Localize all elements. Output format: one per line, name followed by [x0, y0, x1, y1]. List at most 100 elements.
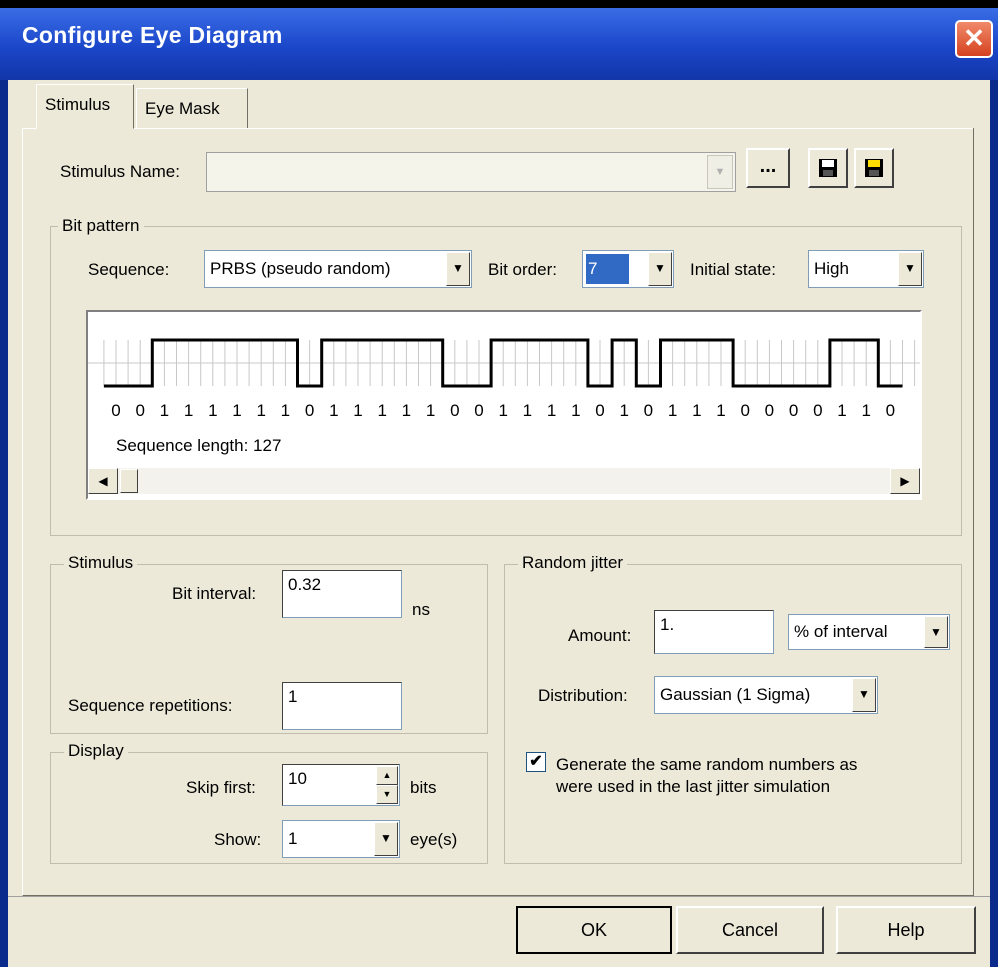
horizontal-scrollbar[interactable]: ◀ ▶ — [88, 468, 920, 494]
chevron-down-icon[interactable]: ▼ — [898, 252, 922, 286]
bit-value-label: 1 — [160, 401, 169, 420]
sequence-repetitions-value: 1 — [288, 687, 298, 706]
bit-value-label: 1 — [402, 401, 411, 420]
bit-value-label: 0 — [765, 401, 774, 420]
bit-interval-input[interactable]: 0.32 — [282, 570, 402, 618]
sequence-value: PRBS (pseudo random) — [210, 259, 391, 278]
bit-value-label: 0 — [111, 401, 120, 420]
scroll-right-button[interactable]: ▶ — [890, 468, 920, 494]
show-eyes-select[interactable]: 1 ▼ — [282, 820, 400, 858]
bit-value-label: 1 — [208, 401, 217, 420]
bit-value-label: 0 — [789, 401, 798, 420]
window-title: Configure Eye Diagram — [22, 22, 283, 48]
initial-state-value: High — [814, 259, 849, 278]
stimulus-name-label: Stimulus Name: — [60, 162, 180, 181]
bit-value-label: 0 — [813, 401, 822, 420]
bit-value-label: 1 — [426, 401, 435, 420]
bit-value-label: 1 — [668, 401, 677, 420]
initial-state-select[interactable]: High ▼ — [808, 250, 924, 288]
same-random-label[interactable]: Generate the same random numbers as were… — [556, 754, 857, 798]
cancel-button[interactable]: Cancel — [676, 906, 824, 954]
random-jitter-group — [504, 564, 962, 864]
help-button[interactable]: Help — [836, 906, 976, 954]
bit-value-label: 1 — [329, 401, 338, 420]
chevron-down-icon[interactable]: ▼ — [374, 822, 398, 856]
show-eyes-unit: eye(s) — [410, 830, 458, 849]
bit-value-label: 0 — [135, 401, 144, 420]
bit-pattern-group-label: Bit pattern — [58, 216, 144, 236]
bit-value-label: 0 — [450, 401, 459, 420]
sequence-length-text: Sequence length: 127 — [116, 436, 282, 455]
skip-first-unit: bits — [410, 778, 437, 797]
random-jitter-group-label: Random jitter — [518, 553, 628, 573]
bit-pattern-viewer[interactable]: 001111110111110011110101110000110 Sequen… — [86, 310, 922, 500]
bit-interval-value: 0.32 — [288, 575, 322, 594]
initial-state-label: Initial state: — [690, 260, 776, 279]
sequence-repetitions-label: Sequence repetitions: — [68, 696, 233, 715]
chevron-down-icon[interactable]: ▼ — [648, 252, 672, 286]
sequence-repetitions-input[interactable]: 1 — [282, 682, 402, 730]
jitter-amount-input[interactable]: 1. — [654, 610, 774, 654]
scrollbar-thumb[interactable] — [120, 469, 138, 493]
floppy-disk-new-icon — [865, 159, 883, 177]
bit-interval-label: Bit interval: — [172, 584, 257, 603]
stimulus-name-combo[interactable]: ▼ — [206, 152, 736, 192]
spin-up-button[interactable]: ▲ — [376, 766, 398, 785]
stimulus-group-label: Stimulus — [64, 553, 138, 573]
footer-divider — [8, 896, 990, 897]
ok-button[interactable]: OK — [516, 906, 672, 954]
tab-stimulus[interactable]: Stimulus — [36, 84, 134, 129]
bit-value-label: 1 — [256, 401, 265, 420]
chevron-down-icon[interactable]: ▼ — [924, 616, 948, 648]
browse-button[interactable]: ... — [746, 148, 790, 188]
save-as-stimulus-button[interactable] — [854, 148, 894, 188]
skip-first-label: Skip first: — [186, 778, 256, 797]
bit-value-label: 1 — [281, 401, 290, 420]
same-random-label-line1: Generate the same random numbers as — [556, 755, 858, 774]
floppy-disk-icon — [819, 159, 837, 177]
jitter-amount-value: 1. — [660, 615, 675, 634]
bit-value-label: 1 — [232, 401, 241, 420]
save-stimulus-button[interactable] — [808, 148, 848, 188]
chevron-down-icon[interactable]: ▼ — [446, 252, 470, 286]
jitter-amount-label: Amount: — [568, 626, 632, 645]
sequence-select[interactable]: PRBS (pseudo random) ▼ — [204, 250, 472, 288]
same-random-checkbox[interactable]: ✔ — [526, 752, 546, 772]
jitter-amount-unit-value: % of interval — [794, 622, 888, 641]
bit-order-select[interactable]: 7 ▼ — [582, 250, 674, 288]
same-random-label-line2: were used in the last jitter simulation — [556, 777, 831, 796]
bit-value-label: 1 — [837, 401, 846, 420]
show-eyes-value: 1 — [288, 829, 298, 848]
bit-value-label: 1 — [571, 401, 580, 420]
bit-value-label: 0 — [644, 401, 653, 420]
distribution-select[interactable]: Gaussian (1 Sigma) ▼ — [654, 676, 878, 714]
jitter-amount-unit-select[interactable]: % of interval ▼ — [788, 614, 950, 650]
bit-value-label: 1 — [523, 401, 532, 420]
tab-eye-mask[interactable]: Eye Mask — [136, 88, 248, 128]
bit-value-label: 0 — [886, 401, 895, 420]
bit-value-label: 0 — [305, 401, 314, 420]
skip-first-spinbox[interactable]: 10 ▲ ▼ — [282, 764, 400, 806]
bit-value-label: 1 — [716, 401, 725, 420]
bit-value-label: 1 — [184, 401, 193, 420]
bit-interval-unit: ns — [412, 600, 430, 619]
bit-value-label: 1 — [547, 401, 556, 420]
stimulus-name-dropdown-arrow[interactable]: ▼ — [707, 155, 733, 189]
display-group-label: Display — [64, 741, 128, 761]
bit-order-value: 7 — [586, 254, 630, 284]
bit-order-label: Bit order: — [488, 260, 557, 279]
bit-value-label: 0 — [474, 401, 483, 420]
bit-value-label: 0 — [740, 401, 749, 420]
scroll-left-button[interactable]: ◀ — [88, 468, 118, 494]
bit-value-label: 1 — [498, 401, 507, 420]
close-button[interactable]: ✕ — [955, 20, 993, 58]
skip-first-value: 10 — [288, 769, 307, 788]
bit-value-label: 1 — [692, 401, 701, 420]
tab-eye-mask-label: Eye Mask — [145, 99, 220, 118]
tab-stimulus-label: Stimulus — [45, 95, 111, 114]
show-label: Show: — [214, 830, 262, 849]
distribution-label: Distribution: — [538, 686, 628, 705]
chevron-down-icon[interactable]: ▼ — [852, 678, 876, 712]
distribution-value: Gaussian (1 Sigma) — [660, 685, 811, 704]
spin-down-button[interactable]: ▼ — [376, 785, 398, 804]
